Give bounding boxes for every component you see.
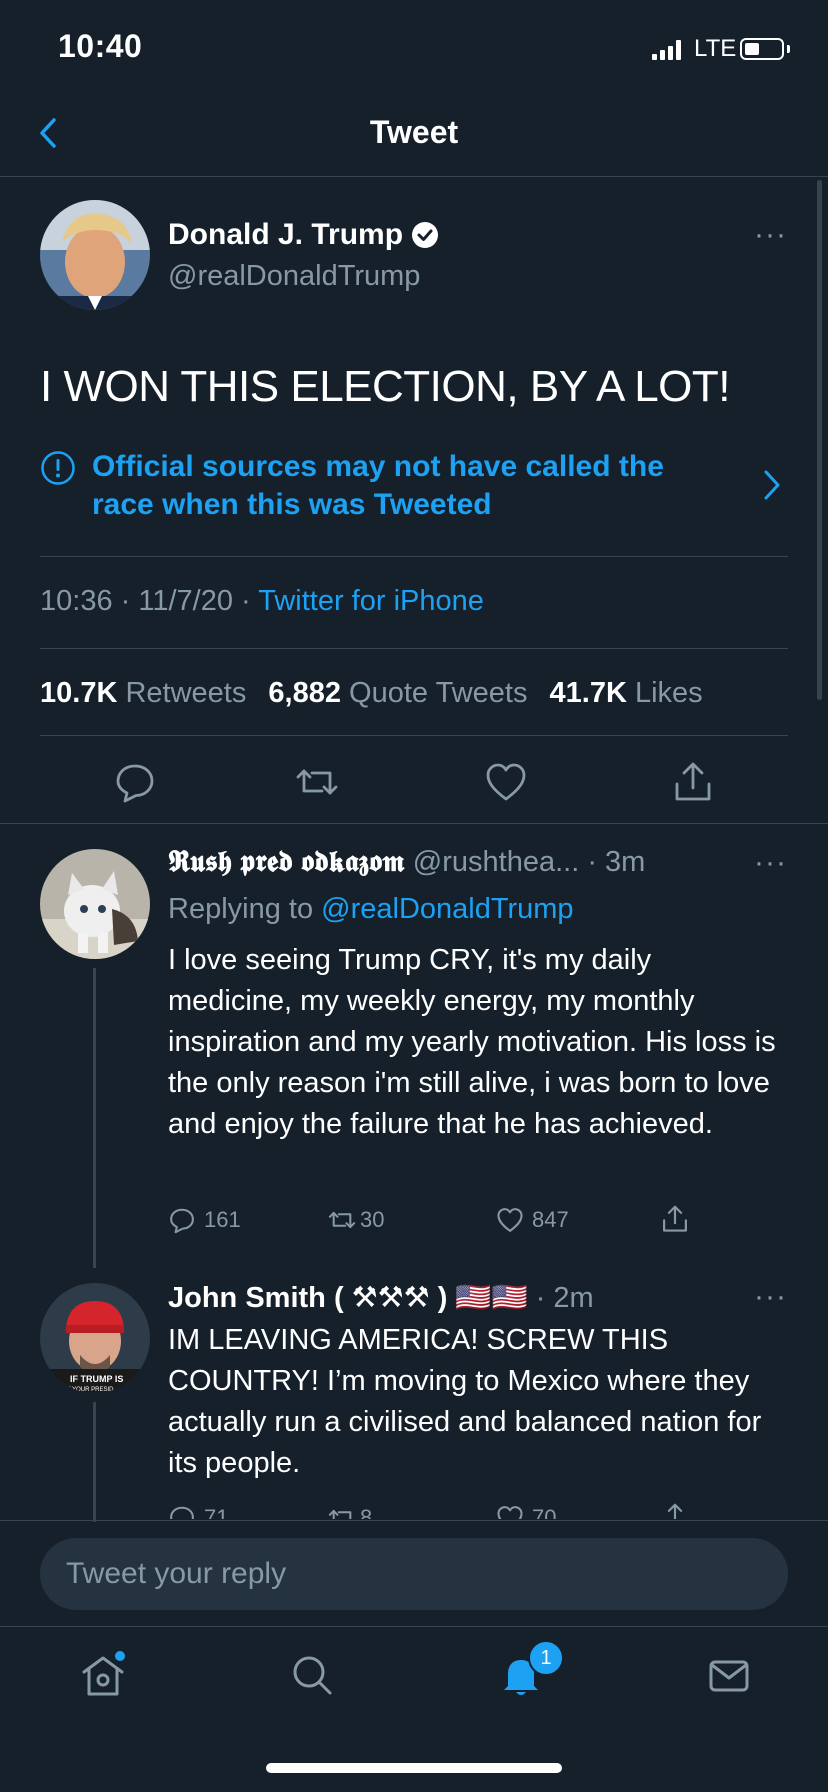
author-handle[interactable]: @realDonaldTrump <box>168 260 420 293</box>
quotes-count: 6,882 <box>268 677 341 709</box>
reply-icon[interactable] <box>110 757 160 807</box>
reply-text: IM LEAVING AMERICA! SCREW THIS COUNTRY! … <box>168 1324 762 1479</box>
share-icon[interactable] <box>658 1500 692 1519</box>
reply-header: 𝕽𝖚𝖘𝖍 𝖕𝖗𝖊𝖉 𝖔𝖉𝖐𝖆𝖟𝖔𝖒 @rushthea... · 3m <box>168 846 768 879</box>
tweet-source[interactable]: Twitter for iPhone <box>258 585 484 617</box>
tweet-date: 11/7/20 <box>138 585 233 617</box>
reply-time: · 3m <box>587 846 646 878</box>
battery-cap <box>787 45 790 53</box>
reply-icon <box>170 1208 194 1234</box>
reply-action-like[interactable]: 847 <box>494 1204 569 1236</box>
avatar-text: IF TRUMP IS <box>70 1374 123 1384</box>
reply-action-retweet[interactable]: 8 <box>326 1502 372 1519</box>
reply-action-reply[interactable]: 71 <box>166 1502 228 1519</box>
reply-header: John Smith ( ⚒⚒⚒ ) 🇺🇸🇺🇸 · 2m <box>168 1280 768 1315</box>
reply-action-reply[interactable]: 161 <box>166 1204 241 1236</box>
like-count: 70 <box>532 1505 557 1519</box>
like-icon[interactable] <box>481 757 531 807</box>
retweets-stat[interactable]: 10.7K Retweets <box>40 677 260 709</box>
quotes-label: Quote Tweets <box>349 677 528 709</box>
notifications-badge: 1 <box>528 1640 564 1676</box>
reply-text: I love seeing Trump CRY, it's my daily m… <box>168 944 776 1140</box>
reply-avatar[interactable]: IF TRUMP IS NOT YOUR PRESID... <box>40 1283 150 1393</box>
author-avatar[interactable] <box>40 200 150 310</box>
likes-count: 41.7K <box>549 677 627 709</box>
verified-badge-icon <box>412 222 439 248</box>
retweet-icon <box>328 1211 356 1229</box>
likes-stat[interactable]: 41.7K Likes <box>550 677 717 709</box>
more-options-icon[interactable]: ··· <box>754 218 787 252</box>
reply-input-placeholder: Tweet your reply <box>66 1557 287 1590</box>
divider <box>40 735 788 736</box>
scrollbar[interactable] <box>817 180 822 700</box>
avatar-text: NOT YOUR PRESID... <box>58 1387 119 1393</box>
retweet-count: 30 <box>360 1207 385 1232</box>
reply-author-name[interactable]: John Smith ( ⚒⚒⚒ ) 🇺🇸🇺🇸 <box>168 1282 528 1314</box>
divider <box>0 823 828 824</box>
share-icon[interactable] <box>668 757 718 807</box>
divider <box>40 556 788 557</box>
reply-icon <box>170 1506 194 1519</box>
reply-more-options-icon[interactable]: ··· <box>754 1280 787 1314</box>
retweet-icon <box>328 1509 352 1519</box>
quotes-stat[interactable]: 6,882 Quote Tweets <box>268 677 541 709</box>
tweet-time: 10:36 <box>40 585 113 617</box>
election-notice[interactable]: Official sources may not have called the… <box>40 448 760 528</box>
likes-label: Likes <box>634 677 703 709</box>
status-time: 10:40 <box>58 28 143 64</box>
tweet-meta: 10:36 · 11/7/20 · Twitter for iPhone <box>40 585 484 617</box>
messages-envelope-icon[interactable] <box>704 1650 754 1700</box>
header-divider <box>0 176 828 177</box>
info-alert-icon <box>41 451 75 485</box>
replying-to: Replying to @realDonaldTrump <box>168 893 574 926</box>
page-title: Tweet <box>369 114 459 150</box>
replying-to-handle[interactable]: @realDonaldTrump <box>321 893 573 925</box>
signal-icon <box>652 40 682 60</box>
notice-text: Official sources may not have called the… <box>92 450 664 521</box>
thread-line <box>93 968 96 1268</box>
author-name[interactable]: Donald J. Trump <box>168 218 403 252</box>
retweets-label: Retweets <box>125 677 247 709</box>
reply-action-retweet[interactable]: 30 <box>326 1204 384 1236</box>
reply-author-handle[interactable]: @rushthea... <box>413 846 579 878</box>
reply-count: 161 <box>204 1207 241 1232</box>
tab-bar-divider <box>0 1626 828 1627</box>
retweets-count: 10.7K <box>40 677 118 709</box>
reply-count: 71 <box>204 1505 229 1519</box>
like-icon <box>497 1208 523 1232</box>
retweet-icon[interactable] <box>292 757 342 807</box>
divider <box>0 1520 828 1521</box>
tweet-text: I WON THIS ELECTION, BY A LOT! <box>40 362 731 411</box>
reply-actions-clipped: 71 8 70 <box>0 1500 828 1519</box>
like-count: 847 <box>532 1207 569 1232</box>
reply-time: · 2m <box>535 1282 594 1314</box>
network-label: LTE <box>694 35 737 62</box>
divider <box>40 648 788 649</box>
author-name-row: Donald J. Trump <box>168 218 439 252</box>
like-icon <box>497 1506 523 1519</box>
home-icon[interactable] <box>78 1650 128 1700</box>
home-indicator[interactable] <box>266 1763 562 1773</box>
reply-action-like[interactable]: 70 <box>494 1502 556 1519</box>
reply-more-options-icon[interactable]: ··· <box>754 846 787 880</box>
chevron-right-icon[interactable] <box>760 468 784 502</box>
replying-to-label: Replying to <box>168 893 314 925</box>
battery-icon <box>740 38 784 60</box>
search-icon[interactable] <box>287 1650 337 1700</box>
tweet-stats: 10.7K Retweets 6,882 Quote Tweets 41.7K … <box>40 677 717 710</box>
reply-author-name[interactable]: 𝕽𝖚𝖘𝖍 𝖕𝖗𝖊𝖉 𝖔𝖉𝖐𝖆𝖟𝖔𝖒 <box>168 846 405 878</box>
retweet-count: 8 <box>360 1505 373 1519</box>
share-icon[interactable] <box>658 1202 692 1236</box>
reply-avatar[interactable] <box>40 849 150 959</box>
